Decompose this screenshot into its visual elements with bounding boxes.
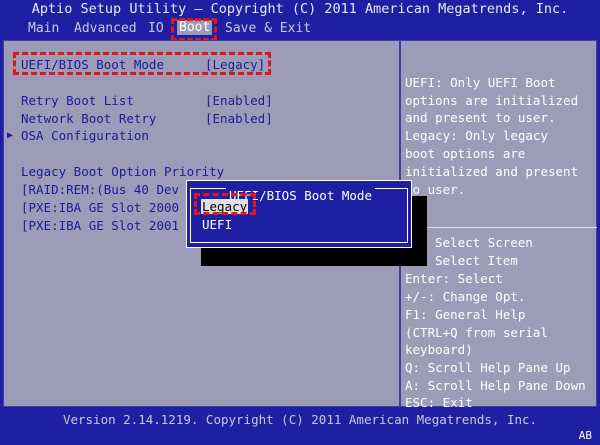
menu-boot[interactable]: Boot [177, 20, 213, 35]
key-esc-exit: ESC: Exit [405, 395, 473, 410]
corner-code: AB [578, 429, 592, 442]
popup-title: UEFI/BIOS Boot Mode [226, 188, 375, 203]
menu-main[interactable]: Main [28, 21, 59, 36]
footer-version: Version 2.14.1219. Copyright (C) 2011 Am… [62, 412, 538, 427]
submenu-arrow-icon: ▶ [7, 130, 14, 141]
menu-io[interactable]: IO [148, 21, 164, 36]
key-enter: Enter: Select [405, 271, 503, 286]
key-general-help: F1: General Help [405, 307, 526, 322]
legacy-item-3[interactable]: [PXE:IBA GE Slot 2001 [21, 218, 179, 233]
menu-bar: Main Advanced IO Boot Save & Exit [0, 19, 600, 39]
window-title: Aptio Setup Utility – Copyright (C) 2011… [31, 1, 569, 17]
popup-option-legacy[interactable]: Legacy [201, 199, 249, 214]
key-ctrl-q: (CTRL+Q from serial [405, 325, 548, 340]
menu-advanced[interactable]: Advanced [74, 21, 137, 36]
key-select-item: Select Item [435, 253, 518, 268]
legacy-item-2[interactable]: [PXE:IBA GE Slot 2000 [21, 200, 179, 215]
help-description: UEFI: Only UEFI Boot options are initiali… [405, 74, 579, 197]
popup-frame: UEFI/BIOS Boot Mode [190, 188, 408, 243]
legacy-priority-heading: Legacy Boot Option Priority [21, 164, 225, 179]
key-keyboard: keyboard) [405, 342, 473, 357]
boot-mode-value[interactable]: [Legacy] [205, 57, 265, 72]
key-change-opt: +/-: Change Opt. [405, 289, 526, 304]
key-scroll-up: Q: Scroll Help Pane Up [405, 360, 571, 375]
retry-boot-value[interactable]: [Enabled] [205, 93, 273, 108]
boot-mode-popup: UEFI/BIOS Boot Mode Legacy UEFI [186, 180, 412, 248]
help-divider [403, 227, 597, 228]
key-select-screen: Select Screen [435, 235, 533, 250]
boot-mode-label[interactable]: UEFI/BIOS Boot Mode [21, 57, 164, 72]
retry-boot-label[interactable]: Retry Boot List [21, 93, 134, 108]
network-boot-label[interactable]: Network Boot Retry [21, 111, 156, 126]
legacy-item-1[interactable]: [RAID:REM:(Bus 40 Dev [21, 182, 179, 197]
key-scroll-down: A: Scroll Help Pane Down [405, 378, 586, 393]
popup-option-uefi[interactable]: UEFI [202, 217, 232, 232]
network-boot-value[interactable]: [Enabled] [205, 111, 273, 126]
osa-configuration[interactable]: OSA Configuration [21, 128, 149, 143]
menu-save-exit[interactable]: Save & Exit [225, 21, 311, 36]
